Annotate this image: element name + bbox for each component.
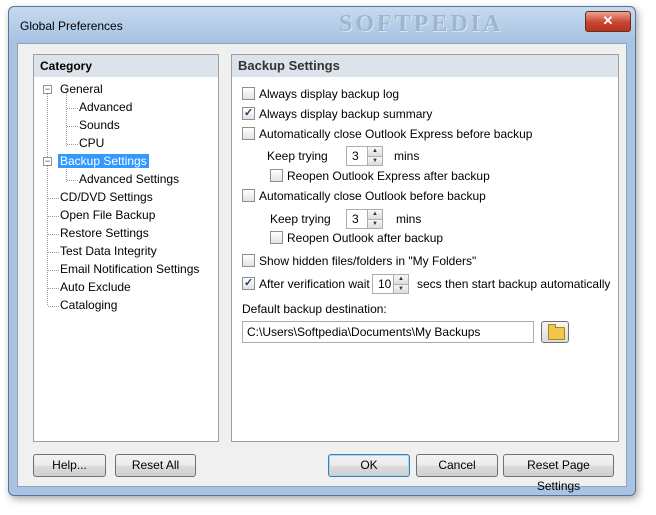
reopen-oe-checkbox[interactable]: [270, 169, 283, 182]
tree-item-backup-settings[interactable]: Backup Settings: [58, 153, 149, 169]
tree-line: [48, 270, 59, 271]
always-summary-checkbox[interactable]: [242, 105, 255, 121]
dialog-window: Global Preferences SOFTPEDIA ✕ Category …: [8, 6, 636, 496]
tree-line: [48, 306, 59, 307]
tree-line: [48, 234, 59, 235]
category-header: Category: [34, 55, 218, 77]
tree-line: [48, 216, 59, 217]
tree-item-advanced-settings[interactable]: Advanced Settings: [79, 171, 179, 187]
oe-keep-trying-stepper[interactable]: 3 ▲ ▼: [346, 146, 383, 166]
ok-button[interactable]: OK: [328, 454, 410, 477]
window-title: Global Preferences: [20, 19, 123, 33]
outlook-keep-trying-stepper[interactable]: 3 ▲ ▼: [346, 209, 383, 229]
reset-all-button[interactable]: Reset All: [115, 454, 196, 477]
folder-icon: [548, 324, 565, 340]
tree-item-advanced[interactable]: Advanced: [79, 99, 132, 115]
tree-item-sounds[interactable]: Sounds: [79, 117, 120, 133]
tree-line: [48, 198, 59, 199]
tree-line: [67, 126, 78, 127]
close-outlook-express-option[interactable]: Automatically close Outlook Express befo…: [242, 126, 532, 142]
close-icon: ✕: [602, 13, 614, 28]
tree-line: [48, 252, 59, 253]
always-log-checkbox[interactable]: [242, 87, 255, 100]
oe-keep-trying-label: Keep trying: [267, 149, 328, 163]
always-display-summary-option[interactable]: Always display backup summary: [242, 105, 432, 122]
tree-line: [67, 180, 78, 181]
reset-page-settings-button[interactable]: Reset Page Settings: [503, 454, 614, 493]
always-display-log-option[interactable]: Always display backup log: [242, 86, 399, 102]
verification-wait-stepper[interactable]: 10 ▲ ▼: [372, 274, 409, 294]
close-outlook-option[interactable]: Automatically close Outlook before backu…: [242, 188, 486, 204]
oe-keep-trying-unit: mins: [394, 149, 420, 163]
reopen-outlook-checkbox[interactable]: [270, 231, 283, 244]
spin-up-icon[interactable]: ▲: [394, 274, 409, 285]
settings-header: Backup Settings: [232, 55, 618, 77]
tree-item-restore-settings[interactable]: Restore Settings: [60, 225, 149, 241]
destination-path-input[interactable]: C:\Users\Softpedia\Documents\My Backups: [242, 321, 534, 343]
spin-up-icon[interactable]: ▲: [368, 146, 383, 157]
watermark: SOFTPEDIA: [339, 11, 504, 37]
backup-settings-panel: Backup Settings Always display backup lo…: [231, 54, 619, 442]
tree-item-open-file-backup[interactable]: Open File Backup: [60, 207, 155, 223]
cancel-button[interactable]: Cancel: [416, 454, 498, 477]
outlook-keep-trying-value[interactable]: 3: [346, 209, 368, 229]
tree-item-cd-dvd-settings[interactable]: CD/DVD Settings: [60, 189, 153, 205]
tree-item-general[interactable]: General: [60, 81, 103, 97]
browse-folder-button[interactable]: [541, 321, 569, 343]
close-button[interactable]: ✕: [585, 11, 631, 32]
tree-item-cataloging[interactable]: Cataloging: [60, 297, 117, 313]
tree-item-email-notification-settings[interactable]: Email Notification Settings: [60, 261, 199, 277]
tree-line: [48, 288, 59, 289]
show-hidden-files-option[interactable]: Show hidden files/folders in "My Folders…: [242, 253, 476, 269]
tree-line: [66, 91, 67, 146]
tree-line: [67, 108, 78, 109]
dialog-client: Category − General Advanced Sounds CPU −…: [17, 43, 627, 493]
tree-item-test-data-integrity[interactable]: Test Data Integrity: [60, 243, 157, 259]
destination-label: Default backup destination:: [242, 302, 387, 316]
oe-keep-trying-value[interactable]: 3: [346, 146, 368, 166]
spin-down-icon[interactable]: ▼: [368, 219, 383, 229]
spin-down-icon[interactable]: ▼: [394, 284, 409, 294]
show-hidden-checkbox[interactable]: [242, 254, 255, 267]
close-oe-checkbox[interactable]: [242, 127, 255, 140]
spin-up-icon[interactable]: ▲: [368, 209, 383, 220]
tree-item-cpu[interactable]: CPU: [79, 135, 104, 151]
outlook-keep-trying-unit: mins: [396, 212, 422, 226]
backup-settings-expander-icon[interactable]: −: [43, 157, 52, 166]
reopen-outlook-express-option[interactable]: Reopen Outlook Express after backup: [270, 168, 490, 184]
verification-checkbox[interactable]: [242, 275, 255, 291]
outlook-keep-trying-label: Keep trying: [270, 212, 331, 226]
close-outlook-checkbox[interactable]: [242, 189, 255, 202]
title-bar[interactable]: Global Preferences SOFTPEDIA ✕: [9, 7, 635, 43]
tree-line: [67, 144, 78, 145]
reopen-outlook-option[interactable]: Reopen Outlook after backup: [270, 230, 443, 246]
verification-suffix: secs then start backup automatically: [417, 277, 611, 291]
help-button[interactable]: Help...: [33, 454, 106, 477]
tree-item-auto-exclude[interactable]: Auto Exclude: [60, 279, 131, 295]
category-panel: Category − General Advanced Sounds CPU −…: [33, 54, 219, 442]
category-tree: − General Advanced Sounds CPU − Backup S…: [34, 77, 218, 441]
general-expander-icon[interactable]: −: [43, 85, 52, 94]
verification-wait-value[interactable]: 10: [372, 274, 394, 294]
spin-down-icon[interactable]: ▼: [368, 156, 383, 166]
verification-wait-option[interactable]: After verification wait: [242, 275, 370, 292]
